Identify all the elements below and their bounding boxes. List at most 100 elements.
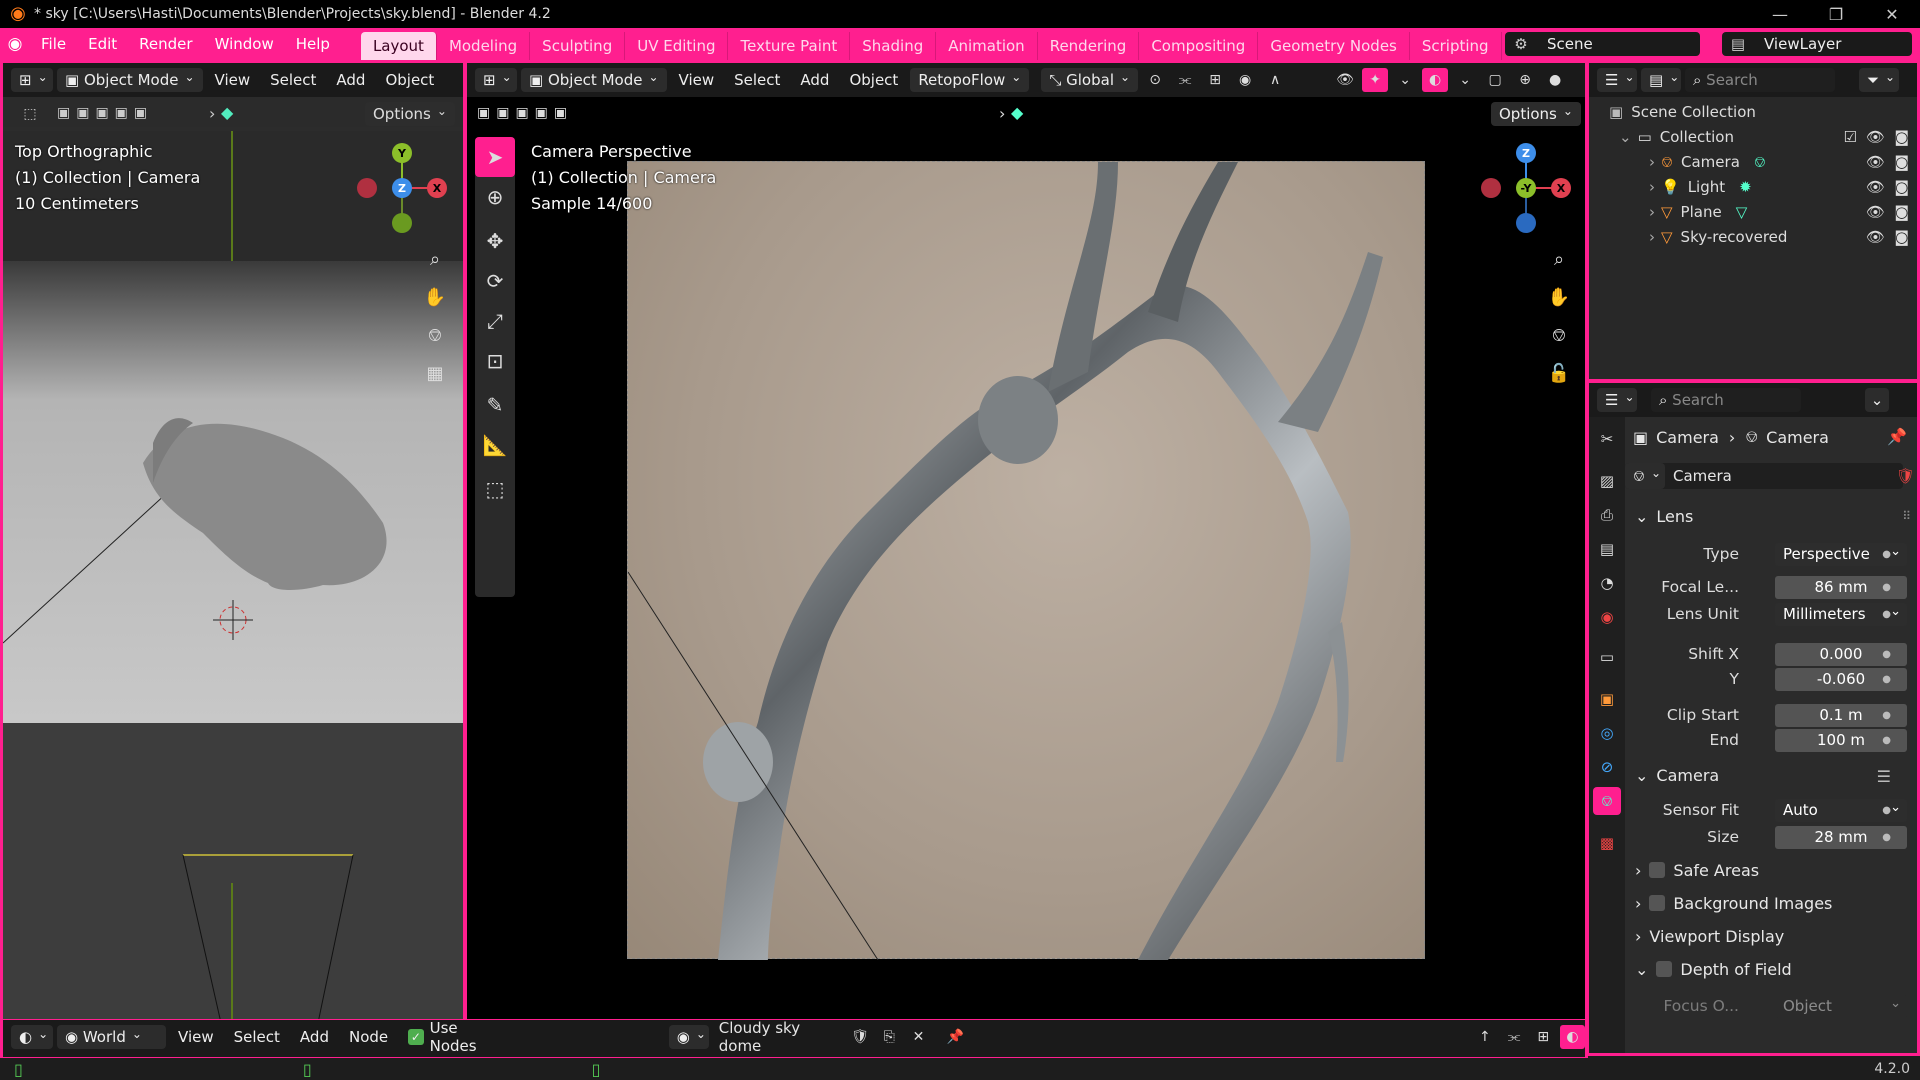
unlink-world-icon[interactable]: ✕ [906, 1025, 931, 1049]
orientation-dropdown[interactable]: ⤡ Global [1041, 68, 1139, 92]
center-hand-icon[interactable]: ✋ [1543, 281, 1575, 313]
type-keyframe[interactable]: ● [1882, 549, 1891, 560]
outliner-search[interactable]: ⌕ Search [1685, 68, 1835, 92]
plane-render-icon[interactable]: ◙ [1894, 203, 1909, 221]
center-menu-view[interactable]: View [671, 71, 723, 89]
falloff-icon[interactable]: ∧ [1262, 68, 1288, 92]
viewport-display-section[interactable]: › Viewport Display [1635, 923, 1784, 949]
rotate-tool-icon[interactable]: ⟳ [475, 261, 515, 301]
properties-editor-type[interactable]: ☰ [1597, 388, 1637, 412]
lens-section-header[interactable]: ⌄ Lens [1635, 503, 1693, 529]
close-button[interactable]: ✕ [1864, 0, 1920, 28]
select-box-icon[interactable]: ⬚ [17, 102, 43, 126]
camera-render-icon[interactable]: ◙ [1894, 153, 1909, 171]
shift-x-keyframe[interactable]: ● [1882, 649, 1891, 660]
camera-data-tab-icon[interactable]: ⎊ [1593, 787, 1621, 815]
light-eye-icon[interactable]: 👁 [1866, 178, 1885, 196]
scene-selector[interactable]: ⚙ Scene [1505, 32, 1700, 56]
expand-light-icon[interactable]: › [1649, 178, 1655, 196]
sensor-size-keyframe[interactable]: ● [1882, 832, 1891, 843]
clip-start-keyframe[interactable]: ● [1882, 710, 1891, 721]
object-tab-icon[interactable]: ▣ [1593, 685, 1621, 713]
center-selection-mode-icons[interactable]: ▣▣▣▣▣ [477, 105, 573, 121]
tab-layout[interactable]: Layout [360, 32, 437, 60]
node-menu-select[interactable]: Select [226, 1028, 288, 1046]
add-cube-tool-icon[interactable]: ⬚ [475, 469, 515, 509]
left-nav-gizmo[interactable]: Y X Z [357, 143, 447, 233]
center-menu-object[interactable]: Object [841, 71, 906, 89]
filter-icon[interactable]: ⏷ [1859, 68, 1899, 92]
center-viewport[interactable]: ⊞ ▣ Object Mode View Select Add Object R… [464, 60, 1588, 1022]
tool-tab-icon[interactable]: ✂ [1593, 425, 1621, 453]
outliner-item-light[interactable]: › 💡 Light ✹ 👁 ◙ [1589, 174, 1917, 199]
left-menu-add[interactable]: Add [328, 71, 373, 89]
node-snap-icon[interactable]: ⫘ [1501, 1025, 1526, 1049]
transform-tool-icon[interactable]: ⊡ [475, 341, 515, 381]
world-tab-icon[interactable]: ◉ [1593, 603, 1621, 631]
overlay-dropdown-icon[interactable]: ⌄ [1452, 68, 1478, 92]
node-menu-node[interactable]: Node [341, 1028, 396, 1046]
outliner-item-camera[interactable]: › ⎊ Camera ⎊ 👁 ◙ [1589, 149, 1917, 174]
outliner-item-plane[interactable]: › ▽ Plane ▽ 👁 ◙ [1589, 199, 1917, 224]
light-data-icon[interactable]: ✹ [1739, 178, 1752, 196]
properties-options-icon[interactable]: ⌄ [1865, 388, 1889, 412]
camera-data-icon[interactable]: ⎊ [1754, 153, 1766, 171]
plane-mesh-icon[interactable]: ▽ [1736, 203, 1748, 221]
properties-search[interactable]: ⌕ Search [1651, 388, 1801, 412]
menu-edit[interactable]: Edit [77, 35, 128, 53]
overlay-toggle-icon[interactable]: ◐ [1422, 68, 1449, 92]
expand-sky-icon[interactable]: › [1649, 228, 1655, 246]
maximize-button[interactable]: ❐ [1808, 0, 1864, 28]
tab-texture-paint[interactable]: Texture Paint [728, 32, 851, 60]
left-menu-view[interactable]: View [207, 71, 259, 89]
tab-compositing[interactable]: Compositing [1139, 32, 1259, 60]
duplicate-world-icon[interactable]: ⎘ [877, 1025, 902, 1049]
camera-eye-icon[interactable]: 👁 [1866, 153, 1885, 171]
outliner-editor-type[interactable]: ☰ [1597, 68, 1637, 92]
retopoflow-dropdown[interactable]: RetopoFlow [910, 68, 1030, 92]
center-menu-add[interactable]: Add [792, 71, 837, 89]
expand-collection-icon[interactable]: ⌄ [1619, 128, 1632, 146]
render-tab-icon[interactable]: ▨ [1593, 467, 1621, 495]
scene-collection-row[interactable]: ▣ Scene Collection [1589, 99, 1917, 124]
light-render-icon[interactable]: ◙ [1894, 178, 1909, 196]
tab-geometry-nodes[interactable]: Geometry Nodes [1258, 32, 1410, 60]
wireframe-shading-icon[interactable]: ⊕ [1512, 68, 1538, 92]
fake-user-shield-icon[interactable]: 🛡 [1896, 467, 1915, 485]
node-pin-icon[interactable]: 📌 [943, 1025, 968, 1049]
center-shading-icon[interactable]: ◆ [1011, 103, 1023, 122]
shift-y-keyframe[interactable]: ● [1882, 674, 1891, 685]
hand-icon[interactable]: ✋ [419, 281, 451, 313]
background-images-section[interactable]: › Background Images [1635, 890, 1832, 916]
sky-eye-icon[interactable]: 👁 [1866, 228, 1885, 246]
display-mode-button[interactable]: ▤ [1641, 68, 1681, 92]
tab-shading[interactable]: Shading [850, 32, 937, 60]
presets-list-icon[interactable]: ☰ [1877, 767, 1891, 786]
node-overlay-icon[interactable]: ◐ [1559, 1025, 1585, 1049]
datablock-name[interactable]: Camera [1673, 467, 1732, 485]
select-tool-icon[interactable]: ➤ [475, 137, 515, 177]
snap-icon[interactable]: ⫘ [1172, 68, 1198, 92]
menu-file[interactable]: File [30, 35, 77, 53]
visibility-icon[interactable]: 👁 [1332, 68, 1358, 92]
plane-eye-icon[interactable]: 👁 [1866, 203, 1885, 221]
expand-camera-icon[interactable]: › [1649, 153, 1655, 171]
world-fake-user-icon[interactable]: 🛡 [847, 1025, 872, 1049]
lens-unit-keyframe[interactable]: ● [1882, 609, 1891, 620]
snap-target-icon[interactable]: ⊞ [1202, 68, 1228, 92]
focal-keyframe[interactable]: ● [1882, 582, 1891, 593]
blender-menu-icon[interactable]: ◉ [0, 34, 30, 54]
minimize-button[interactable]: — [1752, 0, 1808, 28]
center-menu-select[interactable]: Select [726, 71, 788, 89]
center-editor-type-button[interactable]: ⊞ [475, 68, 517, 92]
left-viewport[interactable]: ⊞ ▣ Object Mode View Select Add Object ⬚… [0, 60, 466, 1022]
camera-section-header[interactable]: ⌄ Camera [1635, 762, 1719, 788]
datablock-browse-icon[interactable]: ⎊ [1625, 463, 1665, 489]
texture-tab-icon[interactable]: ▩ [1593, 829, 1621, 857]
menu-help[interactable]: Help [285, 35, 341, 53]
move-tool-icon[interactable]: ✥ [475, 221, 515, 261]
scale-tool-icon[interactable]: ⤢ [475, 301, 515, 341]
node-snap-mode-icon[interactable]: ⊞ [1531, 1025, 1556, 1049]
center-options-button[interactable]: Options [1491, 102, 1581, 126]
sensor-fit-keyframe[interactable]: ● [1882, 805, 1891, 816]
